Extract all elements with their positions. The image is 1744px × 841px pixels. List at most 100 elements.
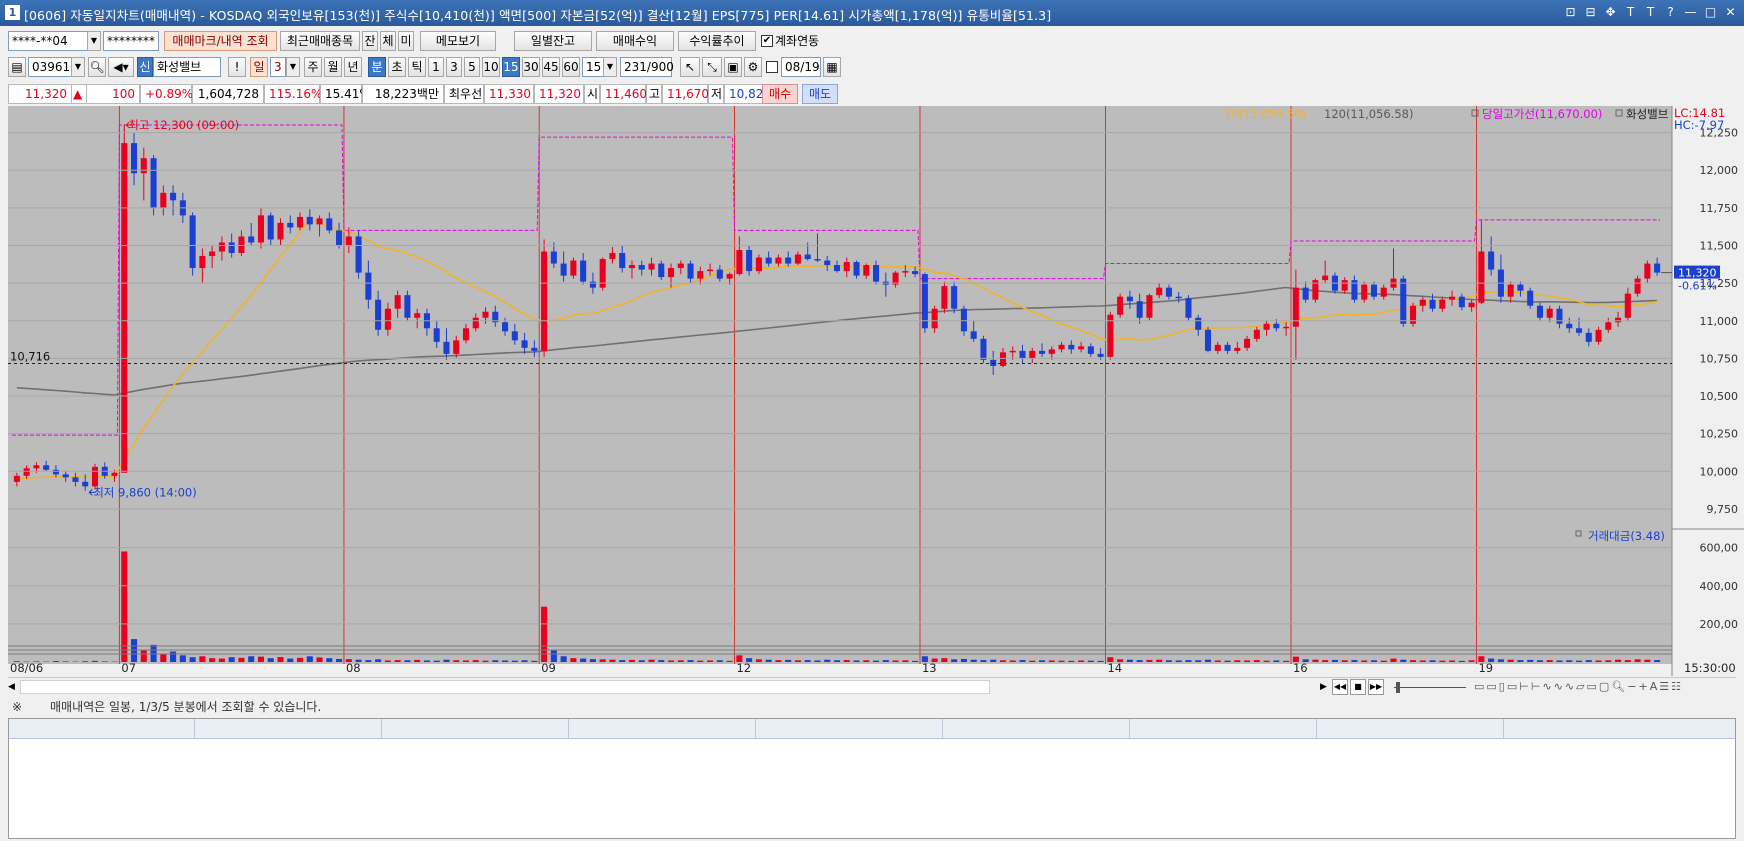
candle-body[interactable] [306,216,313,225]
candle-body[interactable] [1615,317,1622,323]
interval-button[interactable]: 3 [446,57,462,77]
candle-body[interactable] [765,257,772,264]
candle-body[interactable] [1322,275,1329,281]
period-button[interactable]: 년 [344,57,362,77]
account-dropdown-icon[interactable]: ▼ [87,31,101,51]
candle-body[interactable] [1575,328,1583,333]
settings-gear-icon[interactable]: ⚙ [744,57,762,77]
candle-body[interactable] [199,256,206,269]
interval-button[interactable]: 30 [522,57,540,77]
tool-line-icon[interactable]: ⤡ [702,57,722,77]
candle-body[interactable] [72,477,79,482]
period-value-field[interactable]: 3 [270,57,286,77]
candle-body[interactable] [1556,308,1563,324]
candle-body[interactable] [521,340,528,348]
stock-search-icon[interactable]: ▤ [8,57,26,77]
candle-body[interactable] [794,254,801,264]
period-button[interactable]: 월 [324,57,342,77]
candle-body[interactable] [414,313,421,318]
candle-body[interactable] [365,272,372,300]
candle-body[interactable] [1058,344,1065,350]
help-icon[interactable]: ? [1663,3,1678,21]
candle-body[interactable] [550,251,557,264]
candle-body[interactable] [941,286,948,309]
candle-body[interactable] [1029,350,1036,359]
scroll-thumb[interactable] [20,680,990,694]
tool-pointer-icon[interactable]: ↖ [680,57,700,77]
candle-body[interactable] [863,265,870,276]
candle-body[interactable] [716,269,723,279]
candle-body[interactable] [1039,350,1046,354]
candle-body[interactable] [1273,323,1280,329]
candle-body[interactable] [257,215,264,243]
candle-body[interactable] [541,251,548,351]
candle-body[interactable] [1400,278,1407,324]
daily-balance-button[interactable]: 일별잔고 [514,31,592,51]
candle-body[interactable] [355,236,362,273]
tile-icon[interactable]: ⊟ [1583,3,1598,21]
zoom-slider[interactable] [1390,679,1470,695]
interval-button[interactable]: 1 [428,57,444,77]
candle-body[interactable] [1536,305,1543,318]
candle-body[interactable] [1566,323,1573,329]
candle-body[interactable] [843,262,850,272]
candle-body[interactable] [170,192,177,201]
candle-body[interactable] [824,260,831,266]
period-button[interactable]: 초 [388,57,406,77]
candle-body[interactable] [52,469,59,475]
candle-body[interactable] [1224,344,1231,351]
candle-body[interactable] [531,347,538,351]
stock-code-input[interactable]: 039610 [28,57,78,77]
candle-body[interactable] [1507,284,1514,297]
candle-body[interactable] [23,468,30,476]
candle-body[interactable] [736,250,743,275]
stock-code-dropdown-icon[interactable]: ▼ [71,57,85,77]
candle-body[interactable] [13,475,20,482]
candle-body[interactable] [1087,346,1094,354]
pin-icon[interactable]: ✥ [1603,3,1618,21]
candle-body[interactable] [619,253,626,269]
trade-profit-button[interactable]: 매매수익 [596,31,674,51]
candle-body[interactable] [472,317,479,329]
candle-body[interactable] [775,257,782,264]
candle-body[interactable] [287,222,294,228]
candle-body[interactable] [1253,329,1260,339]
candle-body[interactable] [394,295,401,309]
candle-body[interactable] [267,215,274,240]
memo-view-button[interactable]: 메모보기 [420,31,496,51]
candle-body[interactable] [1185,298,1192,318]
count-field[interactable]: 231/900 [620,57,674,77]
date-checkbox[interactable] [766,61,778,73]
candle-body[interactable] [1175,296,1182,299]
candle-body[interactable] [1419,299,1426,306]
period-button[interactable]: 분 [368,57,386,77]
candle-body[interactable] [814,259,821,261]
candle-body[interactable] [1019,350,1026,359]
candle-body[interactable] [1204,329,1212,351]
candle-body[interactable] [462,328,470,341]
account-select[interactable]: ****-**04 [8,31,88,51]
candle-body[interactable] [326,218,333,231]
candle-body[interactable] [1624,293,1631,318]
candle-body[interactable] [1136,301,1143,318]
scroll-right-icon[interactable]: ▶ [1320,680,1330,694]
candle-body[interactable] [1585,332,1592,342]
candle-body[interactable] [1517,284,1524,291]
font-up-icon[interactable]: T [1623,3,1638,21]
candle-body[interactable] [980,338,987,360]
calendar-icon[interactable]: ▦ [823,57,841,77]
candle-body[interactable] [443,341,450,354]
candle-body[interactable] [218,242,225,252]
recent-items-button[interactable]: 최근매매종목 [280,31,360,51]
candle-body[interactable] [511,331,518,341]
candle-body[interactable] [580,260,587,282]
candle-body[interactable] [990,359,997,366]
candle-body[interactable] [43,465,50,470]
candle-body[interactable] [1595,329,1602,342]
candle-body[interactable] [726,274,733,279]
candle-body[interactable] [970,331,977,339]
interval-dropdown-icon[interactable]: ▼ [603,57,617,77]
candle-body[interactable] [1341,280,1348,291]
candle-body[interactable] [1302,287,1309,300]
candlestick-chart[interactable]: 9,75010,00010,25010,50010,75011,00011,25… [8,106,1744,676]
